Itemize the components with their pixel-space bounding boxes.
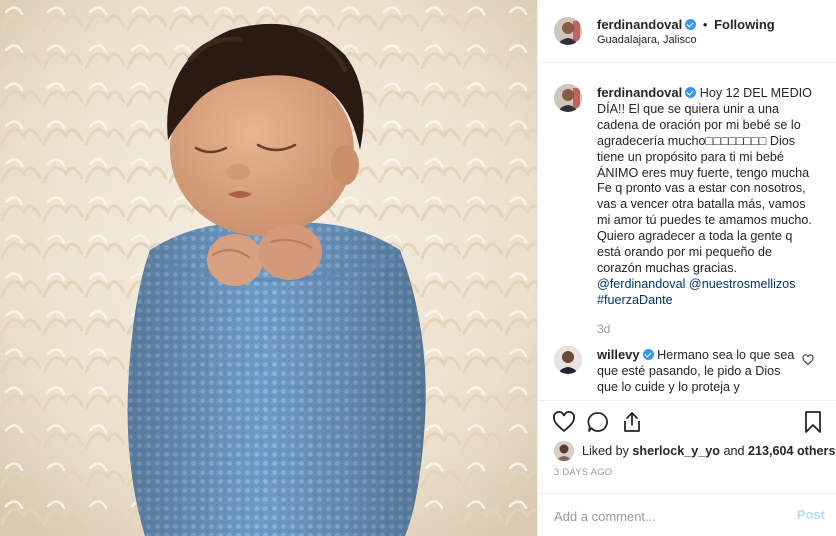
- following-button[interactable]: Following: [714, 17, 775, 32]
- likes-summary[interactable]: Liked by sherlock_y_yo and 213,604 other…: [554, 440, 835, 462]
- author-avatar[interactable]: [554, 17, 582, 45]
- post-photo[interactable]: [0, 0, 537, 536]
- instagram-post: ferdinandoval • Following Guadalajara, J…: [0, 0, 836, 536]
- caption-username[interactable]: ferdinandoval: [597, 85, 682, 100]
- liker-avatar: [554, 441, 574, 461]
- post-header: ferdinandoval • Following Guadalajara, J…: [538, 0, 836, 63]
- comments-list[interactable]: ferdinandoval Hoy 12 DEL MEDIO DÍA!! El …: [538, 64, 836, 400]
- caption-timestamp[interactable]: 3d: [597, 322, 610, 336]
- verified-badge-icon: [642, 349, 654, 360]
- post-time-ago[interactable]: 3 DAYS AGO: [554, 467, 612, 478]
- likes-prefix: Liked by: [582, 444, 629, 458]
- action-bar: [538, 400, 836, 440]
- verified-badge-icon: [685, 87, 697, 98]
- post-details-panel: ferdinandoval • Following Guadalajara, J…: [537, 0, 836, 536]
- verified-badge-icon: [685, 19, 697, 30]
- hashtag-link[interactable]: #fuerzaDante: [597, 293, 673, 307]
- caption-text-block: ferdinandoval Hoy 12 DEL MEDIO DÍA!! El …: [597, 85, 817, 309]
- post-comment-button[interactable]: Post: [797, 507, 825, 522]
- location-link[interactable]: Guadalajara, Jalisco: [597, 34, 697, 46]
- header-separator: •: [702, 17, 708, 32]
- heart-icon[interactable]: [552, 410, 576, 434]
- commenter-avatar[interactable]: [554, 346, 582, 374]
- author-username[interactable]: ferdinandoval: [597, 17, 682, 32]
- bookmark-icon[interactable]: [801, 410, 825, 434]
- header-line: ferdinandoval • Following: [597, 17, 775, 32]
- likes-count[interactable]: 213,604 others: [748, 444, 836, 458]
- comment-like-heart-icon[interactable]: [802, 354, 814, 366]
- caption-author-avatar[interactable]: [554, 84, 582, 112]
- comment-text-block: willevy Hermano sea lo que sea que esté …: [597, 347, 797, 396]
- likes-middle: and: [723, 444, 745, 458]
- caption-body: Hoy 12 DEL MEDIO DÍA!! El que se quiera …: [597, 86, 812, 275]
- share-icon[interactable]: [620, 410, 644, 434]
- comment-bubble-icon[interactable]: [586, 410, 610, 434]
- likes-text: Liked by sherlock_y_yo and 213,604 other…: [582, 444, 835, 458]
- mention-link[interactable]: @nuestrosmellizos: [689, 277, 796, 291]
- commenter-username[interactable]: willevy: [597, 347, 640, 362]
- add-comment-bar: Post: [538, 493, 836, 536]
- comment-input[interactable]: [554, 506, 774, 526]
- liker-username[interactable]: sherlock_y_yo: [632, 444, 720, 458]
- mention-link[interactable]: @ferdinandoval: [597, 277, 685, 291]
- baby-photo-illustration: [0, 0, 537, 536]
